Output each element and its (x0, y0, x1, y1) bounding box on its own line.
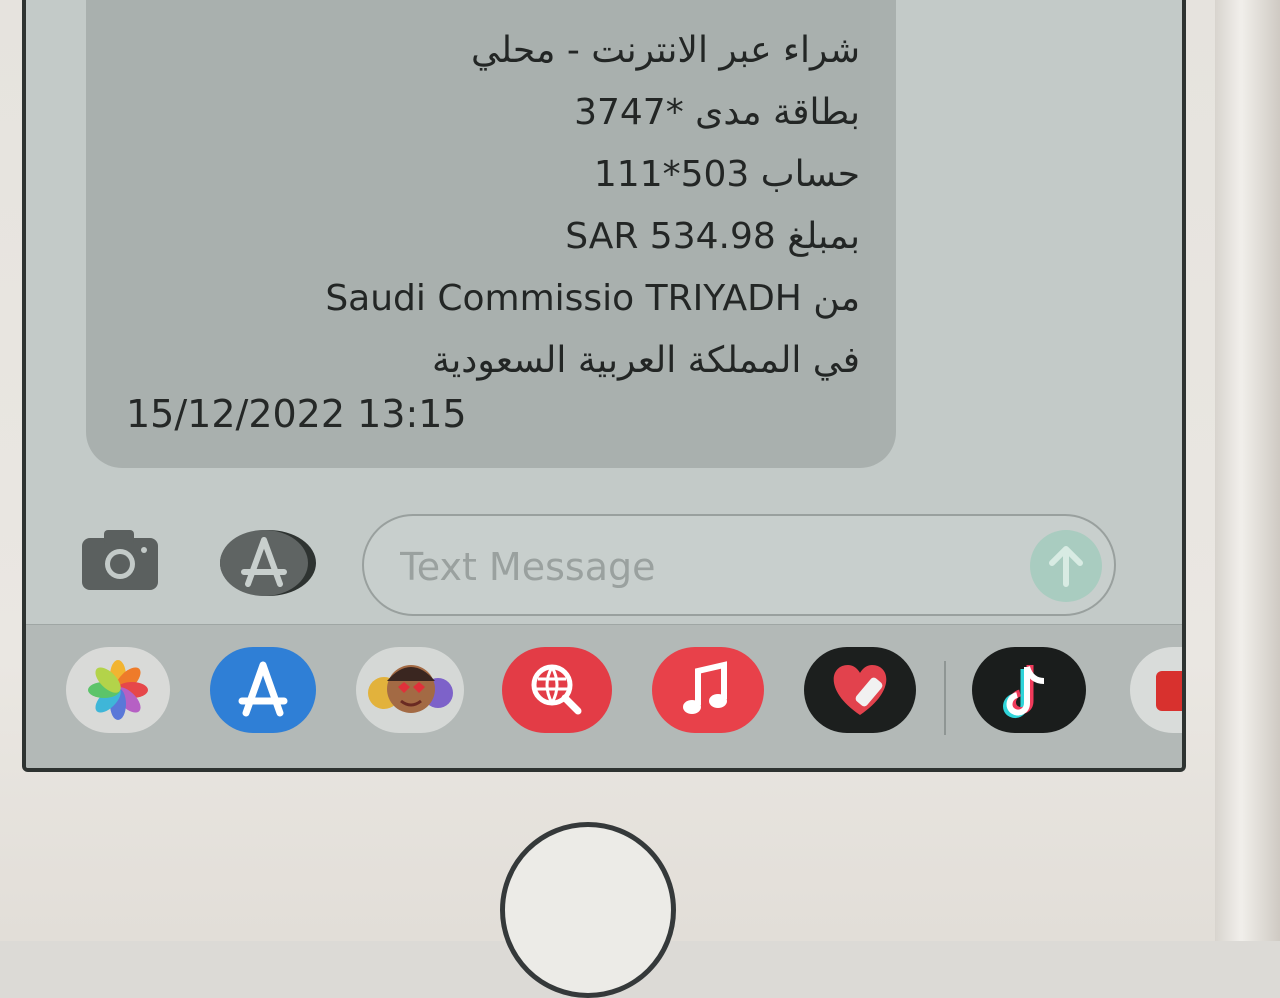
music-icon (683, 661, 727, 714)
message-line: شراء عبر الانترنت - محلي (470, 30, 860, 71)
message-input-field[interactable] (362, 514, 1116, 616)
send-button[interactable] (1030, 530, 1102, 602)
images-search-icon (531, 664, 582, 715)
memoji-icon (368, 665, 453, 713)
app-store-app-button[interactable] (210, 647, 316, 733)
photos-icon (88, 660, 148, 720)
message-timestamp: 15/12/2022 13:15 (126, 392, 467, 436)
compose-bar (26, 500, 1182, 630)
phone-body: شراء عبر الانترنت - محلي بطاقة مدى *3747… (0, 0, 1280, 998)
fitness-app-button[interactable] (804, 647, 916, 733)
tiktok-app-button[interactable] (972, 647, 1086, 733)
phone-edge (1215, 0, 1280, 941)
app-drawer (26, 624, 1182, 768)
fitness-heart-icon (833, 665, 887, 715)
music-app-button[interactable] (652, 647, 764, 733)
app-store-icon (220, 530, 316, 596)
home-button[interactable] (500, 822, 676, 998)
images-search-app-button[interactable] (502, 647, 612, 733)
memoji-app-button[interactable] (356, 647, 464, 733)
app-store-icon (238, 661, 288, 717)
partial-app-icon (1156, 671, 1182, 711)
message-line: في المملكة العربية السعودية (431, 340, 860, 381)
message-input[interactable] (398, 538, 1002, 596)
message-line: بمبلغ SAR 534.98 (565, 216, 860, 257)
message-line: من Saudi Commissio TRIYADH (325, 278, 860, 319)
app-drawer-button[interactable] (218, 528, 316, 598)
drawer-divider (944, 661, 946, 735)
message-line: حساب 503*111 (593, 154, 860, 195)
photos-app-button[interactable] (66, 647, 170, 733)
tiktok-icon (1003, 665, 1045, 719)
partial-app-button[interactable] (1130, 647, 1182, 733)
camera-icon (82, 530, 158, 590)
camera-button[interactable] (80, 528, 160, 592)
phone-screen: شراء عبر الانترنت - محلي بطاقة مدى *3747… (22, 0, 1186, 772)
message-line: بطاقة مدى *3747 (574, 92, 860, 133)
message-bubble: شراء عبر الانترنت - محلي بطاقة مدى *3747… (86, 0, 896, 468)
message-text: شراء عبر الانترنت - محلي بطاقة مدى *3747… (120, 20, 860, 392)
arrow-up-icon (1049, 546, 1083, 587)
